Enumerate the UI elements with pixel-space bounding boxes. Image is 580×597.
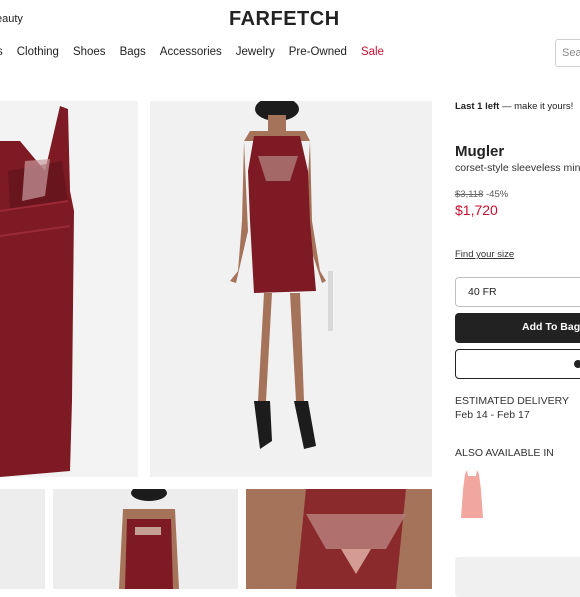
dress-closeup-illustration — [0, 106, 74, 477]
nav-item-accessories[interactable]: Accessories — [160, 46, 222, 58]
add-to-bag-button[interactable]: Add To Bag — [455, 313, 580, 343]
old-price: $3,118 — [455, 189, 484, 200]
nav-item-jewelry[interactable]: Jewelry — [236, 46, 275, 58]
price-original: $3,118 -45% — [455, 189, 508, 200]
farfetch-logo[interactable]: FARFETCH — [229, 8, 340, 31]
thumbnail-back-view-illustration — [119, 489, 179, 589]
product-description: corset-style sleeveless min — [455, 162, 580, 174]
pink-dress-icon — [461, 470, 483, 518]
thumbnail-2[interactable] — [53, 489, 238, 589]
nav-item-clothing[interactable]: Clothing — [17, 46, 59, 58]
heart-icon — [574, 360, 580, 368]
chat-widget[interactable] — [455, 557, 580, 597]
nav-item-womens[interactable]: s — [0, 46, 3, 58]
size-select[interactable]: 40 FR — [455, 277, 580, 307]
thumbnail-1[interactable] — [0, 489, 45, 589]
wishlist-button[interactable] — [455, 349, 580, 379]
stock-count: Last 1 left — [455, 101, 500, 112]
product-image-closeup[interactable] — [0, 101, 138, 477]
beauty-link[interactable]: eauty — [0, 13, 23, 25]
main-nav: s Clothing Shoes Bags Accessories Jewelr… — [0, 46, 398, 58]
nav-item-sale[interactable]: Sale — [361, 46, 384, 58]
nav-item-pre-owned[interactable]: Pre-Owned — [289, 46, 347, 58]
delivery-label: ESTIMATED DELIVERY — [455, 395, 569, 407]
delivery-dates: Feb 14 - Feb 17 — [455, 409, 530, 421]
find-size-link[interactable]: Find your size — [455, 249, 514, 260]
color-variant-thumbnail[interactable] — [459, 470, 485, 520]
model-in-dress-illustration — [230, 101, 333, 449]
price-sale: $1,720 — [455, 202, 498, 218]
nav-item-bags[interactable]: Bags — [120, 46, 146, 58]
product-image-model[interactable] — [150, 101, 432, 477]
stock-message: Last 1 left — make it yours! — [455, 101, 573, 112]
also-available-label: ALSO AVAILABLE IN — [455, 447, 554, 459]
search-input[interactable]: Sea — [555, 39, 580, 67]
discount-badge: -45% — [486, 189, 509, 200]
brand-name[interactable]: Mugler — [455, 143, 504, 160]
thumbnail-detail-illustration — [246, 489, 432, 589]
stock-urgency: — make it yours! — [499, 101, 574, 112]
nav-item-shoes[interactable]: Shoes — [73, 46, 106, 58]
thumbnail-dress-illustration — [0, 489, 45, 589]
thumbnail-3[interactable] — [246, 489, 432, 589]
